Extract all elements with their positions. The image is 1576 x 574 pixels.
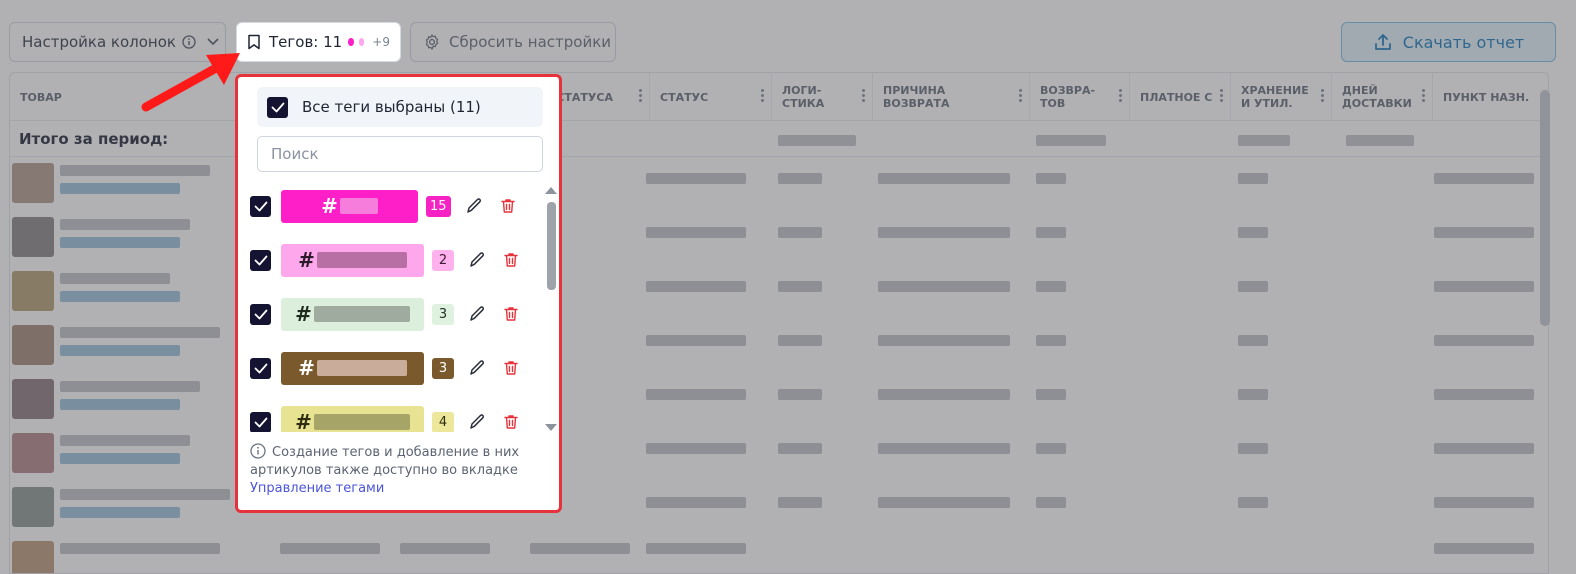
- trash-icon: [504, 415, 518, 429]
- scroll-down-arrow[interactable]: [545, 424, 557, 431]
- tag-checkbox[interactable]: [250, 357, 271, 379]
- scroll-thumb[interactable]: [547, 202, 556, 290]
- tag-list-scrollbar[interactable]: [544, 187, 558, 431]
- trash-icon: [500, 199, 515, 213]
- select-all-checkbox[interactable]: [267, 96, 288, 118]
- tag-pill: #: [281, 297, 424, 331]
- tag-pill: #: [281, 405, 424, 432]
- tag-checkbox[interactable]: [250, 303, 271, 325]
- tag-checkbox[interactable]: [250, 195, 271, 217]
- tag-item[interactable]: # 15: [250, 189, 538, 223]
- edit-tag-button[interactable]: [463, 195, 485, 217]
- trash-icon: [504, 361, 518, 375]
- delete-tag-button[interactable]: [500, 303, 522, 325]
- annotation-arrow-icon: [141, 53, 240, 112]
- select-all-label: Все теги выбраны (11): [302, 98, 481, 116]
- redacted-tag-name: [316, 360, 407, 376]
- redacted-tag-name: [339, 198, 378, 214]
- tag-color-dot: [348, 38, 354, 46]
- select-all-tags[interactable]: Все теги выбраны (11): [257, 87, 543, 127]
- checkmark-icon: [254, 201, 267, 211]
- tag-count-badge: 2: [432, 249, 454, 271]
- tags-help-note: Создание тегов и добавление в них артику…: [250, 443, 540, 498]
- checkmark-icon: [254, 417, 267, 427]
- checkmark-icon: [254, 255, 267, 265]
- tag-item[interactable]: # 4: [250, 405, 538, 432]
- pencil-icon: [466, 198, 481, 213]
- checkmark-icon: [254, 309, 267, 319]
- edit-tag-button[interactable]: [466, 411, 488, 432]
- edit-tag-button[interactable]: [466, 357, 488, 379]
- tags-more-count: +9: [372, 35, 390, 49]
- delete-tag-button[interactable]: [500, 411, 522, 432]
- checkmark-icon: [271, 102, 284, 112]
- tags-help-text: Создание тегов и добавление в них артику…: [250, 445, 520, 478]
- pencil-icon: [470, 414, 484, 429]
- tags-filter-label: Тегов: 11: [269, 33, 343, 51]
- tag-list: # 15 # 2 # 3 # 3 # 4: [238, 187, 538, 432]
- tag-checkbox[interactable]: [250, 249, 271, 271]
- tag-item[interactable]: # 3: [250, 297, 538, 331]
- tag-item[interactable]: # 2: [250, 243, 538, 277]
- redacted-tag-name: [313, 414, 410, 430]
- manage-tags-link[interactable]: Управление тегами: [250, 481, 384, 496]
- tag-item[interactable]: # 3: [250, 351, 538, 385]
- tag-pill: #: [281, 351, 424, 385]
- tags-filter-button[interactable]: Тегов: 11 +9: [236, 22, 401, 62]
- tag-pill: #: [281, 243, 424, 277]
- tag-count-badge: 3: [432, 303, 454, 325]
- tag-count-badge: 15: [426, 195, 451, 217]
- tags-dropdown: Все теги выбраны (11) # 15 # 2: [235, 74, 562, 513]
- delete-tag-button[interactable]: [497, 195, 519, 217]
- tag-pill: #: [281, 189, 418, 223]
- scroll-up-arrow[interactable]: [545, 187, 557, 194]
- tag-search-input[interactable]: [257, 136, 543, 172]
- delete-tag-button[interactable]: [500, 357, 522, 379]
- checkmark-icon: [254, 363, 267, 373]
- edit-tag-button[interactable]: [466, 303, 488, 325]
- tag-checkbox[interactable]: [250, 411, 271, 432]
- tag-count-badge: 3: [432, 357, 454, 379]
- tag-color-dot: [358, 38, 365, 46]
- trash-icon: [504, 307, 518, 321]
- pencil-icon: [470, 306, 484, 321]
- pencil-icon: [470, 252, 484, 267]
- info-icon: [250, 443, 266, 459]
- redacted-tag-name: [316, 252, 407, 268]
- pencil-icon: [470, 360, 484, 375]
- delete-tag-button[interactable]: [500, 249, 522, 271]
- edit-tag-button[interactable]: [466, 249, 488, 271]
- tag-count-badge: 4: [432, 411, 454, 432]
- redacted-tag-name: [313, 306, 410, 322]
- trash-icon: [504, 253, 518, 267]
